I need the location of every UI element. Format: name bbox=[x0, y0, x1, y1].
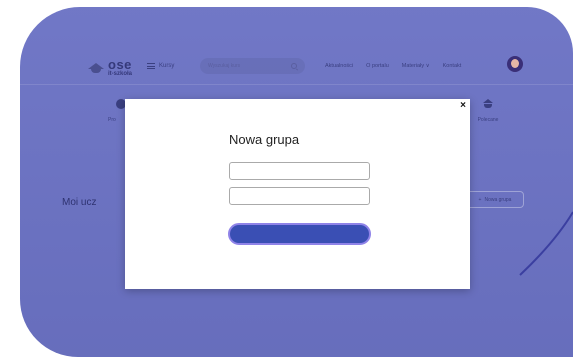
modal-title: Nowa grupa bbox=[229, 132, 300, 147]
group-description-field[interactable] bbox=[229, 187, 370, 205]
close-icon[interactable]: × bbox=[460, 101, 466, 111]
group-name-field[interactable] bbox=[229, 162, 370, 180]
new-group-modal: × Nowa grupa bbox=[125, 99, 470, 289]
submit-button[interactable] bbox=[228, 223, 371, 245]
